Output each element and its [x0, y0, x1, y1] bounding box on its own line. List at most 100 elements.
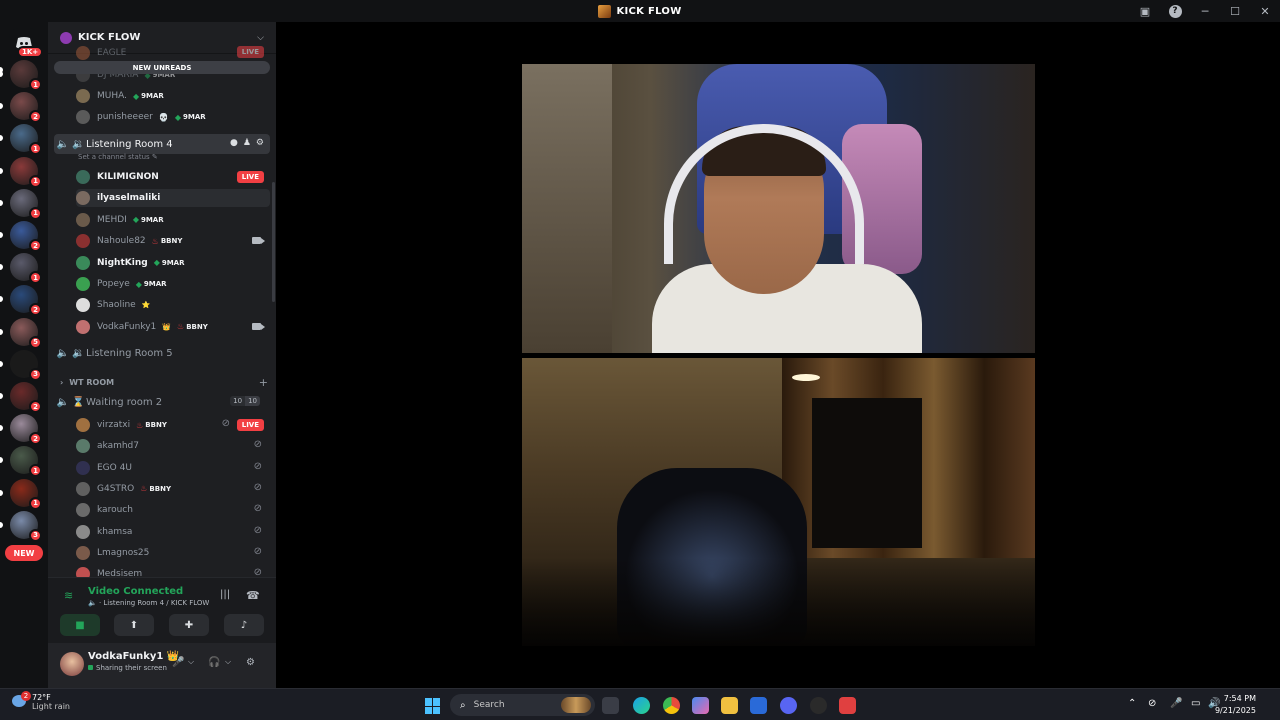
server-icon[interactable]: 3 [10, 349, 42, 381]
microphone-icon[interactable]: 🎤 [172, 657, 184, 668]
signal-icon[interactable]: ≋ [64, 589, 73, 602]
clock[interactable]: 7:54 PM 9/21/2025 [1215, 693, 1256, 717]
server-icon[interactable]: 2 [10, 92, 42, 124]
live-badge: LIVE [236, 419, 264, 431]
member-row[interactable]: Nahoule82 ♨ BBNY [76, 232, 270, 250]
server-badge: 2 [29, 303, 42, 317]
member-row[interactable]: MEHDI ◆ 9MAR [76, 211, 270, 229]
server-badge: 1 [29, 271, 42, 285]
inbox-icon[interactable]: ▣ [1130, 0, 1160, 22]
gear-icon[interactable]: ⚙ [246, 657, 255, 668]
user-name[interactable]: VodkaFunky1 👑 [88, 651, 179, 662]
member-row[interactable]: virzatxi ♨ BBNY LIVE ⊘ [76, 416, 270, 434]
voice-channel-listening-room-5[interactable]: 🔈 🔉 Listening Room 5 [54, 343, 270, 363]
chat-icon[interactable]: ● [230, 138, 238, 148]
member-name: VodkaFunky1 [97, 321, 157, 332]
member-row[interactable]: VodkaFunky1 👑 ♨ BBNY [76, 318, 270, 336]
member-row[interactable]: Popeye ◆ 9MAR [76, 275, 270, 293]
member-row[interactable]: MUHA. ◆ 9MAR [76, 87, 270, 105]
server-icon[interactable]: 2 [10, 285, 42, 317]
server-icon[interactable]: 5 [10, 317, 42, 349]
member-row[interactable]: NightKing ◆ 9MAR [76, 254, 270, 272]
flame-icon: ♨ [177, 322, 185, 332]
app-icon[interactable] [839, 697, 856, 714]
window-title: KICK FLOW [616, 5, 682, 17]
task-view-icon[interactable] [602, 697, 619, 714]
member-row[interactable]: punisheeeer 💀 ◆ 9MAR [76, 108, 270, 126]
invite-icon[interactable]: ♟ [243, 138, 251, 148]
member-row[interactable]: Shaoline ⭐ [76, 296, 270, 314]
display-icon[interactable]: ▭ [1191, 698, 1200, 709]
voice-channel-waiting-room-2[interactable]: 🔈 ⌛ Waiting room 2 10 10 [54, 392, 270, 412]
server-icon[interactable]: 2 [10, 414, 42, 446]
server-icon[interactable]: 1 [10, 188, 42, 220]
member-row[interactable]: akamhd7 ⊘ [76, 437, 270, 455]
noise-suppression-icon[interactable]: ||| [220, 589, 230, 600]
copilot-icon[interactable] [692, 697, 709, 714]
server-icon[interactable]: 3 [10, 510, 42, 542]
server-badge: 1 [29, 174, 42, 188]
chevron-down-icon[interactable]: ⌵ [188, 657, 194, 667]
discord-taskbar-icon[interactable] [780, 697, 797, 714]
server-icon[interactable]: 1 [10, 253, 42, 285]
member-tag: ♨ BBNY [136, 420, 167, 430]
voice-channel-listening-room-4[interactable]: 🔈 🔉 Listening Room 4 ● ♟ ⚙ [54, 134, 270, 154]
minimize-button[interactable]: ─ [1190, 0, 1220, 22]
voice-status[interactable]: Video Connected [88, 586, 183, 597]
new-servers-badge[interactable]: NEW [5, 545, 43, 561]
member-row[interactable]: EAGLE LIVE [76, 44, 270, 62]
edge-icon[interactable] [633, 697, 650, 714]
activity-button[interactable]: ✚ [169, 614, 209, 636]
soundboard-button[interactable]: ♪ [224, 614, 264, 636]
store-icon[interactable] [750, 697, 767, 714]
add-channel-icon[interactable]: + [259, 376, 268, 389]
server-icon[interactable]: 1 [10, 124, 42, 156]
weather-widget[interactable]: 2 72°F Light rain [12, 691, 70, 711]
channel-name: Listening Room 4 [86, 138, 173, 150]
category-name: WT ROOM [69, 377, 115, 387]
member-row[interactable]: G4STRO ♨ BBNY ⊘ [76, 480, 270, 498]
unread-pill [0, 328, 3, 335]
file-explorer-icon[interactable] [721, 697, 738, 714]
video-tile-webcam[interactable] [522, 64, 1035, 353]
video-tile-room[interactable] [522, 358, 1035, 646]
unread-pill [0, 71, 3, 77]
steam-icon[interactable] [810, 697, 827, 714]
server-icon[interactable]: 2 [10, 221, 42, 252]
camera-button[interactable]: ■ [60, 614, 100, 636]
chrome-icon[interactable] [663, 697, 680, 714]
gear-icon[interactable]: ⚙ [256, 138, 264, 148]
help-icon[interactable]: ? [1160, 0, 1190, 22]
taskbar-search[interactable]: ⌕ Search [450, 694, 595, 716]
member-row[interactable]: Lmagnos25 ⊘ [76, 544, 270, 562]
tray-chevron-icon[interactable]: ⌃ [1128, 698, 1136, 709]
windows-start-icon[interactable] [425, 698, 441, 714]
server-icon[interactable]: 1 [10, 446, 42, 478]
close-button[interactable]: ✕ [1250, 0, 1280, 22]
member-row[interactable]: karouch ⊘ [76, 501, 270, 519]
headphones-icon[interactable]: 🎧 [208, 657, 220, 668]
member-row[interactable]: ilyaselmaliki [76, 189, 270, 208]
screen-share-button[interactable]: ⬆ [114, 614, 154, 636]
member-row[interactable]: KILIMIGNON LIVE [76, 168, 270, 186]
chevron-down-icon[interactable]: ⌵ [225, 657, 231, 667]
new-unreads-bar[interactable]: NEW UNREADS [54, 61, 270, 74]
scrollbar[interactable] [272, 182, 275, 302]
speaker-icon: 🔈 [56, 138, 70, 150]
avatar [76, 481, 90, 496]
channel-status[interactable]: Set a channel status ✎ [78, 153, 158, 161]
home-button[interactable]: 1K+ [9, 28, 44, 58]
server-icon[interactable]: 1 [10, 478, 42, 510]
server-icon[interactable]: 1 [10, 60, 42, 91]
network-off-icon[interactable]: ⊘ [1148, 698, 1156, 709]
server-icon[interactable]: 1 [10, 156, 42, 188]
member-row[interactable]: khamsa ⊘ [76, 523, 270, 541]
member-row[interactable]: EGO 4U ⊘ [76, 459, 270, 477]
category-wt-room[interactable]: › WT ROOM + [60, 375, 270, 389]
member-tag: ◆ 9MAR [132, 215, 164, 225]
avatar[interactable] [60, 652, 84, 676]
microphone-tray-icon[interactable]: 🎤 [1170, 698, 1182, 709]
maximize-button[interactable]: ☐ [1220, 0, 1250, 22]
server-icon[interactable]: 2 [10, 382, 42, 413]
disconnect-icon[interactable]: ☎ [246, 589, 260, 602]
